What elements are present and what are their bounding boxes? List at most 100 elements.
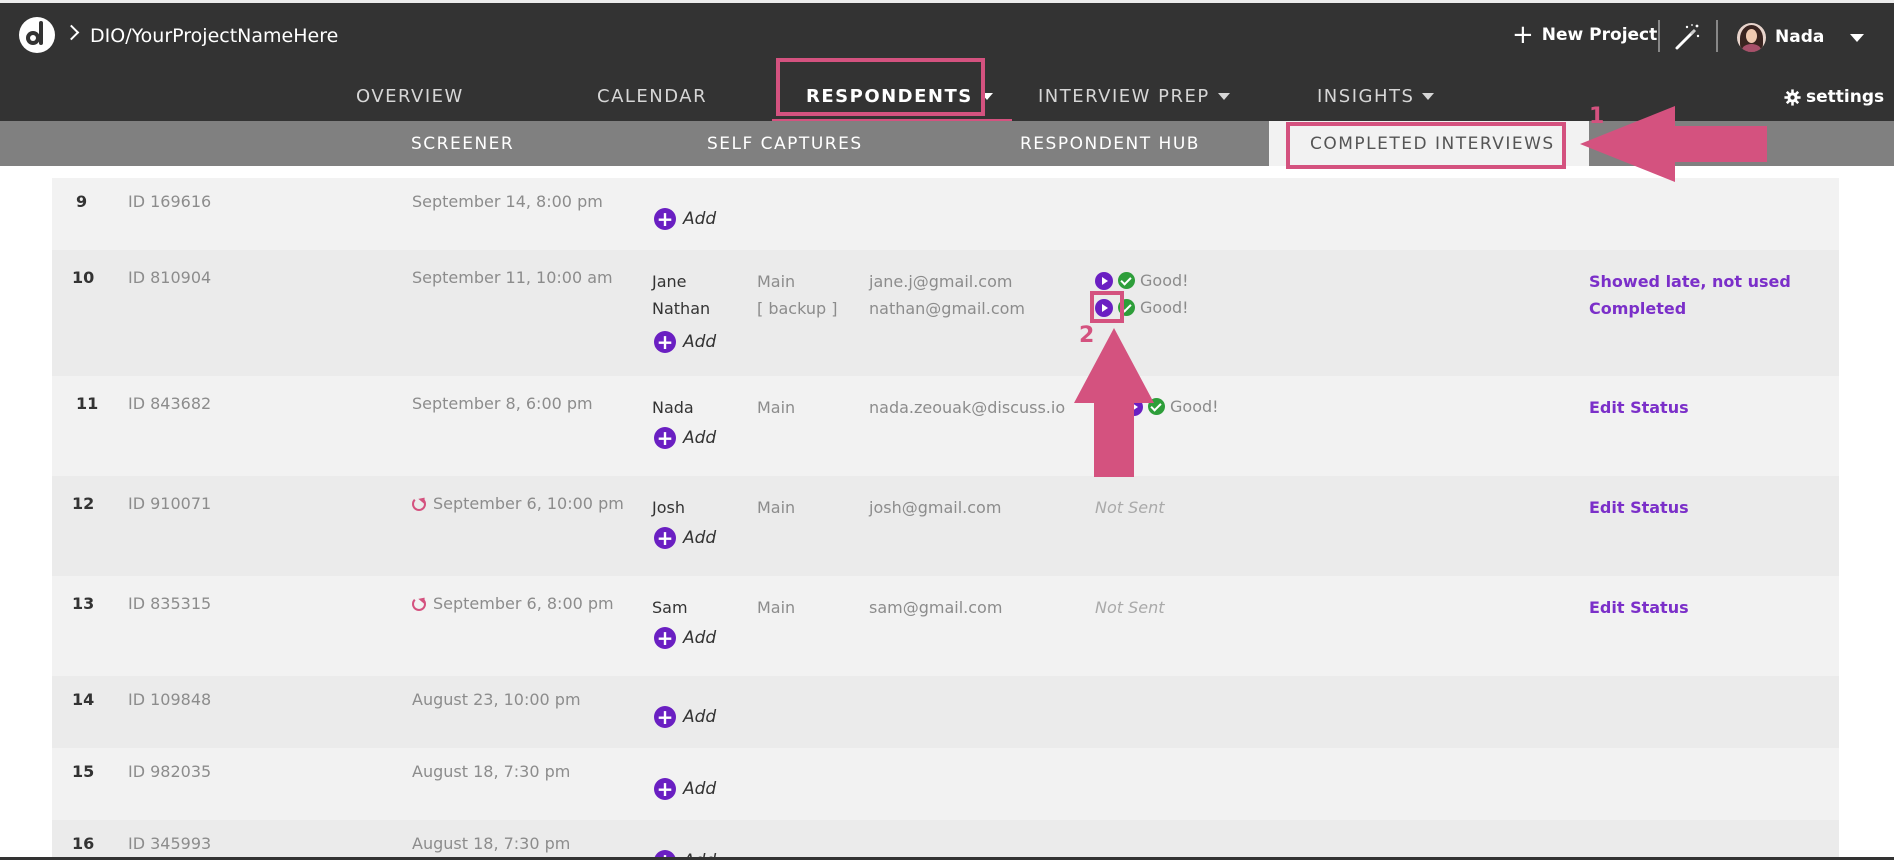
tab-interview-prep[interactable]: INTERVIEW PREP — [1038, 86, 1230, 107]
date-text: August 18, 7:30 pm — [412, 834, 571, 853]
participant-name: Nada — [652, 398, 694, 417]
highlight-box-play-button — [1090, 291, 1124, 323]
status-text: Good! — [1140, 271, 1189, 290]
add-respondent-button[interactable]: + Add — [654, 627, 716, 649]
row-number: 10 — [72, 268, 95, 287]
table-row: 9 ID 169616 September 14, 8:00 pm + Add — [52, 178, 1839, 250]
plus-circle-icon: + — [654, 627, 676, 649]
participant-email: jane.j@gmail.com — [869, 272, 1013, 291]
add-label: Add — [683, 332, 717, 352]
table-row: 14 ID 109848 August 23, 10:00 pm + Add — [52, 676, 1839, 748]
add-respondent-button[interactable]: + Add — [654, 527, 716, 549]
settings-label: settings — [1806, 87, 1885, 107]
caret-down-icon — [1217, 93, 1230, 100]
participant-email: josh@gmail.com — [869, 498, 1002, 517]
subtab-self-captures[interactable]: SELF CAPTURES — [707, 134, 863, 154]
plus-circle-icon: + — [654, 706, 676, 728]
new-project-label: New Project — [1541, 25, 1658, 45]
edit-status-link[interactable]: Edit Status — [1589, 498, 1689, 517]
date-text: September 14, 8:00 pm — [412, 192, 603, 211]
caret-down-icon — [1422, 93, 1435, 100]
add-label: Add — [683, 707, 717, 727]
status-text: Good! — [1170, 397, 1219, 416]
add-respondent-button[interactable]: + Add — [654, 427, 716, 449]
avatar[interactable] — [1737, 23, 1766, 52]
divider — [1658, 20, 1660, 52]
tab-label: INSIGHTS — [1317, 86, 1415, 107]
add-respondent-button[interactable]: + Add — [654, 778, 716, 800]
respondent-id: ID 169616 — [128, 192, 212, 211]
row-number: 13 — [72, 594, 95, 613]
tab-label: OVERVIEW — [356, 86, 464, 107]
participant-email: nada.zeouak@discuss.io — [869, 398, 1066, 417]
settings-button[interactable]: settings — [1784, 87, 1884, 107]
edit-status-link[interactable]: Showed late, not used — [1589, 272, 1791, 291]
date-text: September 6, 8:00 pm — [433, 594, 614, 613]
tab-label: CALENDAR — [597, 86, 708, 107]
row-number: 16 — [72, 834, 95, 853]
table-row: 12 ID 910071 September 6, 10:00 pm Josh … — [52, 476, 1839, 576]
user-name[interactable]: Nada — [1775, 27, 1824, 47]
add-respondent-button[interactable]: + Add — [654, 208, 716, 230]
participant-name: Jane — [652, 272, 687, 291]
date-text: August 23, 10:00 pm — [412, 690, 581, 709]
date-text: September 8, 6:00 pm — [412, 394, 593, 413]
add-label: Add — [683, 209, 717, 229]
respondents-table: 9 ID 169616 September 14, 8:00 pm + Add 1… — [0, 166, 1894, 860]
participant-role: Main — [757, 272, 796, 291]
respondent-id: ID 345993 — [128, 834, 212, 853]
magic-wand-icon[interactable] — [1673, 23, 1701, 51]
participant-name: Nathan — [652, 299, 711, 318]
session-date: August 18, 7:30 pm — [412, 762, 570, 781]
recording-status: Good! — [1095, 271, 1189, 290]
add-label: Add — [683, 628, 717, 648]
highlight-box-completed-interviews — [1286, 122, 1566, 169]
chevron-right-icon — [63, 24, 80, 41]
session-date: September 11, 10:00 am — [412, 268, 613, 287]
subtab-respondent-hub[interactable]: RESPONDENT HUB — [1020, 134, 1200, 154]
participant-role: [ backup ] — [757, 299, 838, 318]
participant-name: Sam — [652, 598, 688, 617]
date-text: August 18, 7:30 pm — [412, 762, 571, 781]
check-icon — [1118, 272, 1135, 289]
breadcrumb[interactable]: DIO/YourProjectNameHere — [90, 25, 338, 47]
chevron-down-icon[interactable] — [1850, 34, 1864, 42]
table-row: 11 ID 843682 September 8, 6:00 pm Nada M… — [52, 376, 1839, 476]
tab-overview[interactable]: OVERVIEW — [356, 86, 464, 107]
session-date: September 6, 8:00 pm — [412, 594, 614, 613]
row-number: 14 — [72, 690, 95, 709]
respondent-id: ID 835315 — [128, 594, 212, 613]
new-project-button[interactable]: + New Project — [1512, 22, 1658, 48]
plus-circle-icon: + — [654, 208, 676, 230]
tab-insights[interactable]: INSIGHTS — [1317, 86, 1435, 107]
rescheduled-icon — [412, 596, 426, 611]
tab-calendar[interactable]: CALENDAR — [597, 86, 707, 107]
gear-icon — [1784, 88, 1801, 106]
participant-name: Josh — [652, 498, 685, 517]
edit-status-link[interactable]: Edit Status — [1589, 598, 1689, 617]
session-date: August 18, 7:30 pm — [412, 834, 570, 853]
participant-email: sam@gmail.com — [869, 598, 1003, 617]
edit-status-link[interactable]: Completed — [1589, 299, 1686, 318]
subtab-screener[interactable]: SCREENER — [411, 134, 514, 154]
session-date: August 23, 10:00 pm — [412, 690, 581, 709]
session-date: September 6, 10:00 pm — [412, 494, 624, 513]
participant-email: nathan@gmail.com — [869, 299, 1025, 318]
respondent-id: ID 910071 — [128, 494, 212, 513]
table-row: 15 ID 982035 August 18, 7:30 pm + Add — [52, 748, 1839, 820]
plus-circle-icon: + — [654, 778, 676, 800]
respondent-id: ID 982035 — [128, 762, 212, 781]
participant-role: Main — [757, 598, 796, 617]
participant-role: Main — [757, 498, 796, 517]
session-date: September 14, 8:00 pm — [412, 192, 603, 211]
add-respondent-button[interactable]: + Add — [654, 331, 716, 353]
plus-circle-icon: + — [654, 527, 676, 549]
arrow-left-annotation — [1580, 106, 1767, 182]
play-icon[interactable] — [1095, 271, 1113, 290]
status-text: Not Sent — [1095, 598, 1165, 617]
edit-status-link[interactable]: Edit Status — [1589, 398, 1689, 417]
plus-circle-icon: + — [654, 427, 676, 449]
add-respondent-button[interactable]: + Add — [654, 706, 716, 728]
logo-icon[interactable] — [19, 17, 55, 53]
respondent-id: ID 843682 — [128, 394, 212, 413]
